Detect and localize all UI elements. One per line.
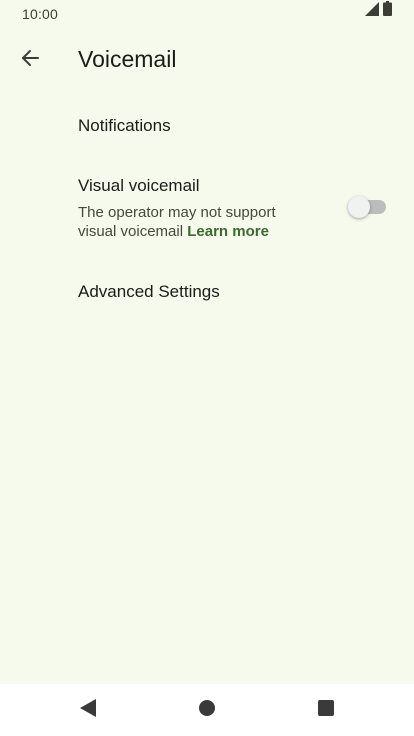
notifications-title: Notifications bbox=[78, 116, 171, 135]
learn-more-link[interactable]: Learn more bbox=[187, 223, 269, 240]
nav-back-button[interactable] bbox=[70, 694, 106, 726]
app-bar: Voicemail bbox=[0, 28, 414, 92]
advanced-settings-setting[interactable]: Advanced Settings bbox=[0, 258, 414, 324]
visual-voicemail-summary: The operator may not support visual voic… bbox=[78, 203, 318, 241]
arrow-back-icon bbox=[20, 48, 40, 73]
visual-voicemail-title: Visual voicemail bbox=[78, 176, 200, 195]
battery-icon bbox=[383, 1, 392, 21]
toggle-thumb bbox=[348, 196, 370, 218]
status-time: 10:00 bbox=[22, 6, 59, 22]
nav-recents-icon bbox=[317, 699, 335, 722]
status-bar: 10:00 bbox=[0, 0, 414, 28]
advanced-settings-title: Advanced Settings bbox=[78, 282, 220, 301]
nav-home-icon bbox=[198, 699, 216, 722]
back-button[interactable] bbox=[14, 44, 46, 76]
navigation-bar bbox=[0, 684, 414, 736]
nav-back-icon bbox=[79, 698, 97, 723]
signal-icon bbox=[365, 2, 379, 21]
page-title: Voicemail bbox=[78, 46, 177, 72]
nav-home-button[interactable] bbox=[189, 694, 225, 726]
status-icons bbox=[365, 1, 392, 21]
notifications-setting[interactable]: Notifications bbox=[0, 92, 414, 158]
visual-voicemail-switch[interactable] bbox=[348, 196, 386, 218]
nav-recents-button[interactable] bbox=[308, 694, 344, 726]
